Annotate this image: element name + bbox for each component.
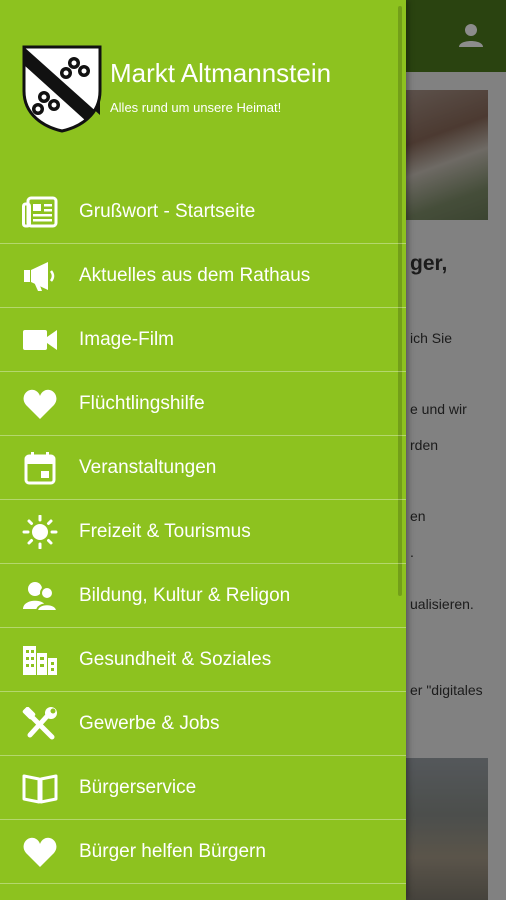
tools-icon [22, 707, 57, 740]
menu-item-grusswort[interactable]: Grußwort - Startseite [0, 180, 406, 244]
megaphone-icon [24, 262, 55, 291]
menu-item-fluechtlingshilfe[interactable]: Flüchtlingshilfe [0, 372, 406, 436]
sun-icon [22, 515, 58, 549]
coat-of-arms-logo [22, 45, 102, 133]
menu-item-label: Gewerbe & Jobs [79, 713, 220, 734]
newspaper-icon [22, 196, 58, 228]
navigation-drawer: Markt Altmannstein Alles rund um unsere … [0, 0, 406, 900]
menu-item-label: Gesundheit & Soziales [79, 649, 272, 670]
menu-item-gewerbe[interactable]: Gewerbe & Jobs [0, 692, 406, 756]
town-tagline: Alles rund um unsere Heimat! [110, 100, 282, 115]
menu-item-label: Image-Film [79, 329, 175, 350]
drawer-menu: Grußwort - Startseite Aktuelles aus dem … [0, 180, 406, 884]
people-icon [23, 582, 58, 612]
menu-item-label: Bildung, Kultur & Religon [79, 585, 291, 606]
menu-item-veranstaltungen[interactable]: Veranstaltungen [0, 436, 406, 500]
menu-item-label: Freizeit & Tourismus [79, 521, 251, 542]
heart-icon [23, 837, 57, 867]
menu-item-image-film[interactable]: Image-Film [0, 308, 406, 372]
video-camera-icon [23, 330, 57, 350]
town-name: Markt Altmannstein [110, 58, 332, 88]
menu-item-label: Veranstaltungen [79, 457, 217, 478]
menu-item-aktuelles[interactable]: Aktuelles aus dem Rathaus [0, 244, 406, 308]
buildings-icon [23, 646, 57, 675]
menu-item-label: Grußwort - Startseite [79, 201, 256, 222]
menu-item-freizeit[interactable]: Freizeit & Tourismus [0, 500, 406, 564]
menu-item-label: Aktuelles aus dem Rathaus [79, 265, 311, 286]
book-icon [22, 774, 58, 804]
menu-item-label: Bürgerservice [79, 777, 197, 798]
menu-item-buerger-helfen[interactable]: Bürger helfen Bürgern [0, 820, 406, 884]
calendar-icon [24, 452, 56, 485]
menu-item-buergerservice[interactable]: Bürgerservice [0, 756, 406, 820]
menu-item-label: Flüchtlingshilfe [79, 393, 205, 414]
heart-icon [23, 389, 57, 419]
menu-item-bildung[interactable]: Bildung, Kultur & Religon [0, 564, 406, 628]
menu-item-label: Bürger helfen Bürgern [79, 841, 266, 862]
menu-item-gesundheit[interactable]: Gesundheit & Soziales [0, 628, 406, 692]
